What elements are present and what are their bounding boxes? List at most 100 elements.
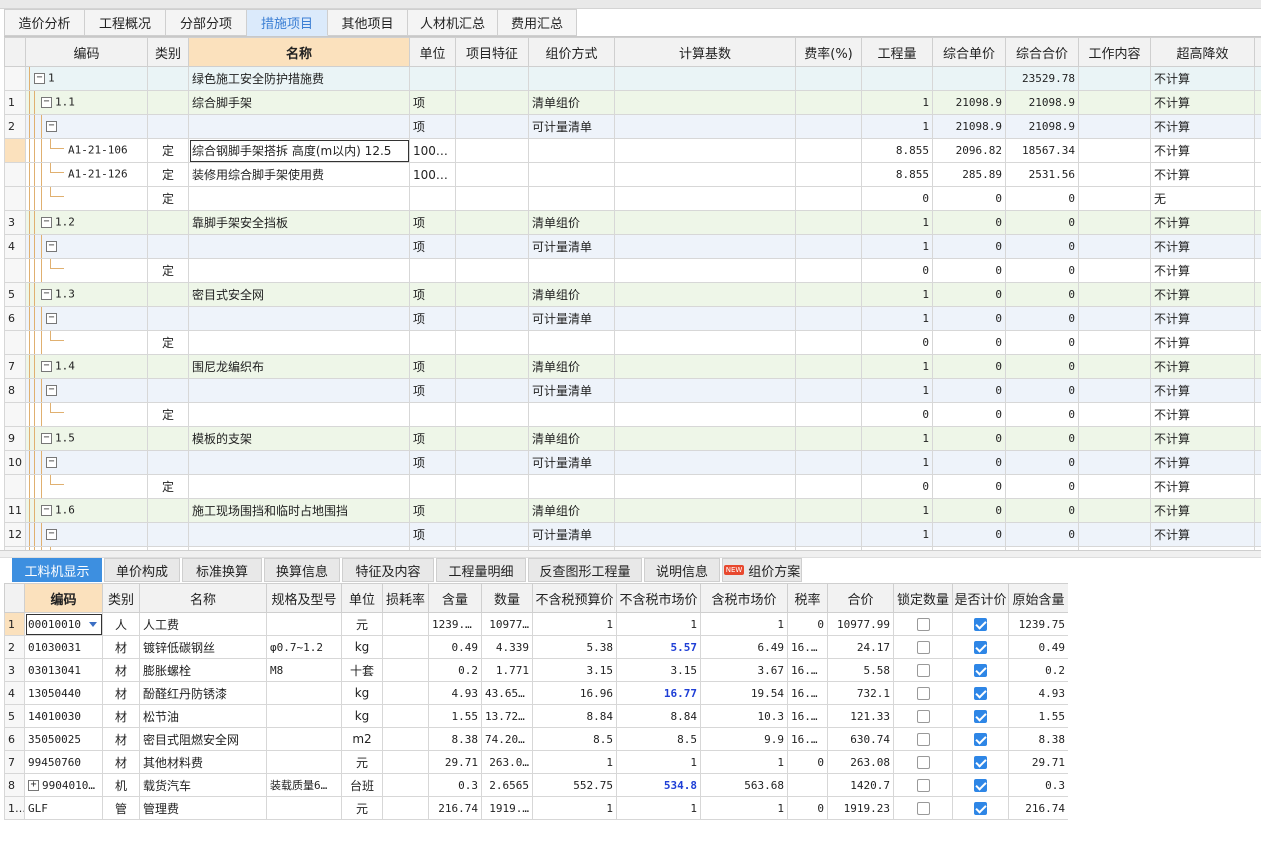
tab-project-overview[interactable]: 工程概况 xyxy=(85,9,166,36)
quantity-cell[interactable]: 1 xyxy=(861,378,933,403)
rate-cell[interactable] xyxy=(795,474,862,499)
lock-checkbox-icon[interactable] xyxy=(916,687,930,700)
total-price-cell[interactable]: 0 xyxy=(1005,498,1079,523)
pretax-budget-price-cell[interactable]: 16.96 xyxy=(532,681,617,705)
unit-cell[interactable]: 台班 xyxy=(341,773,383,797)
pricing-method-cell[interactable]: 清单组价 xyxy=(528,210,615,235)
quantity-cell[interactable]: 2.6565 xyxy=(481,773,533,797)
calc-base-cell[interactable] xyxy=(614,282,796,307)
work-content-cell[interactable] xyxy=(1078,378,1151,403)
code-cell[interactable]: 13050440 xyxy=(24,681,103,705)
rate-cell[interactable] xyxy=(795,354,862,379)
rate-cell[interactable] xyxy=(795,498,862,523)
pricing-method-cell[interactable]: 可计量清单 xyxy=(528,234,615,259)
rate-cell[interactable] xyxy=(795,162,862,187)
minus-box-icon[interactable]: − xyxy=(46,457,57,468)
minus-box-icon[interactable]: − xyxy=(46,241,57,252)
spec-cell[interactable]: M8 xyxy=(266,658,342,682)
table-row[interactable]: −1 绿色施工安全防护措施费 23529.78 不计算 xyxy=(4,66,1261,91)
work-content-cell[interactable] xyxy=(1078,66,1151,91)
name-cell[interactable]: 绿色施工安全防护措施费 xyxy=(188,66,410,91)
total-price-cell[interactable]: 21098.9 xyxy=(1005,114,1079,139)
lock-checkbox-icon[interactable] xyxy=(916,779,930,792)
header-spec[interactable]: 规格及型号 xyxy=(266,583,342,613)
work-content-cell[interactable] xyxy=(1078,450,1151,475)
unit-price-cell[interactable]: 0 xyxy=(932,354,1006,379)
row-number[interactable]: 6 xyxy=(4,306,26,331)
tab-pricing-scheme[interactable]: NEW 组价方案 xyxy=(722,558,802,582)
priced-checkbox-icon[interactable] xyxy=(974,756,987,769)
original-content-cell[interactable]: 8.38 xyxy=(1008,727,1068,751)
pricing-method-cell[interactable] xyxy=(528,258,615,283)
row-number[interactable]: 2 xyxy=(4,635,25,659)
tax-rate-cell[interactable]: 16.52 xyxy=(787,658,828,682)
code-cell[interactable]: − xyxy=(25,114,148,139)
header-features[interactable]: 项目特征 xyxy=(455,37,529,67)
table-row[interactable]: 11−1.6 施工现场围挡和临时占地围挡项清单组价 1 0 0 不计算 xyxy=(4,498,1261,523)
work-content-cell[interactable] xyxy=(1078,90,1151,115)
total-cell[interactable]: 630.74 xyxy=(827,727,894,751)
tab-sub-items[interactable]: 分部分项 xyxy=(166,9,247,36)
name-cell[interactable] xyxy=(188,114,410,139)
category-cell[interactable]: 定 xyxy=(147,402,189,427)
features-cell[interactable] xyxy=(455,114,529,139)
unit-cell[interactable]: m2 xyxy=(341,727,383,751)
tax-rate-cell[interactable]: 16.52 xyxy=(787,635,828,659)
total-cell[interactable]: 263.08 xyxy=(827,750,894,774)
content-cell[interactable]: 0.49 xyxy=(428,635,482,659)
minus-box-icon[interactable]: − xyxy=(41,505,52,516)
category-cell[interactable] xyxy=(147,234,189,259)
table-row[interactable]: 5−1.3 密目式安全网项清单组价 1 0 0 不计算 xyxy=(4,282,1261,307)
code-cell[interactable]: 01030031 xyxy=(24,635,103,659)
unit-cell[interactable]: 元 xyxy=(341,796,383,820)
code-cell[interactable]: 99450760 xyxy=(24,750,103,774)
name-cell[interactable] xyxy=(188,402,410,427)
table-row[interactable]: 5 14010030 材松节油 kg 1.55 13.7253 8.84 8.84 10.3 16… xyxy=(4,704,1068,728)
code-cell[interactable]: −1.3 xyxy=(25,282,148,307)
name-cell[interactable]: 围尼龙编织布 xyxy=(188,354,410,379)
work-content-cell[interactable] xyxy=(1078,282,1151,307)
quantity-cell[interactable]: 263.0… xyxy=(481,750,533,774)
work-content-cell[interactable] xyxy=(1078,234,1151,259)
table-row[interactable]: 6 35050025 材密目式阻燃安全网 m2 8.38 74.2049 8.5 8.5 9.9… xyxy=(4,727,1068,751)
total-price-cell[interactable]: 0 xyxy=(1005,450,1079,475)
calc-base-cell[interactable] xyxy=(614,498,796,523)
quantity-cell[interactable]: 1 xyxy=(861,450,933,475)
quantity-cell[interactable]: 1 xyxy=(861,90,933,115)
total-cell[interactable]: 121.33 xyxy=(827,704,894,728)
category-cell[interactable] xyxy=(147,354,189,379)
pricing-method-cell[interactable]: 可计量清单 xyxy=(528,522,615,547)
pricing-method-cell[interactable] xyxy=(528,186,615,211)
lock-quantity-cell[interactable] xyxy=(893,612,953,636)
loss-rate-cell[interactable] xyxy=(382,727,429,751)
header-category[interactable]: 类别 xyxy=(147,37,189,67)
row-number[interactable]: 4 xyxy=(4,681,25,705)
row-number[interactable] xyxy=(4,66,26,91)
code-cell[interactable] xyxy=(25,474,148,499)
tab-unit-price-composition[interactable]: 单价构成 xyxy=(104,558,180,582)
is-priced-cell[interactable] xyxy=(952,796,1009,820)
tab-description-info[interactable]: 说明信息 xyxy=(644,558,720,582)
rate-cell[interactable] xyxy=(795,426,862,451)
lock-quantity-cell[interactable] xyxy=(893,635,953,659)
work-content-cell[interactable] xyxy=(1078,354,1151,379)
name-cell[interactable]: 管理费 xyxy=(139,796,267,820)
quantity-cell[interactable]: 1.771 xyxy=(481,658,533,682)
priced-checkbox-icon[interactable] xyxy=(974,618,987,631)
unit-cell[interactable]: 项 xyxy=(409,378,456,403)
total-cell[interactable]: 1919.23 xyxy=(827,796,894,820)
rate-cell[interactable] xyxy=(795,402,862,427)
category-cell[interactable] xyxy=(147,498,189,523)
unit-price-cell[interactable]: 0 xyxy=(932,186,1006,211)
table-row[interactable]: 9−1.5 模板的支架项清单组价 1 0 0 不计算 xyxy=(4,426,1261,451)
tab-fee-summary[interactable]: 费用汇总 xyxy=(498,9,577,36)
calc-base-cell[interactable] xyxy=(614,402,796,427)
row-number[interactable] xyxy=(4,186,26,211)
quantity-cell[interactable]: 1 xyxy=(861,522,933,547)
code-cell[interactable]: −1.2 xyxy=(25,210,148,235)
quantity-cell[interactable]: 1919.… xyxy=(481,796,533,820)
table-row[interactable]: 3−1.2 靠脚手架安全挡板项清单组价 1 0 0 不计算 xyxy=(4,210,1261,235)
name-cell[interactable] xyxy=(188,522,410,547)
row-number[interactable]: 9 xyxy=(4,426,26,451)
table-row[interactable]: A1-21-106 定综合钢脚手架搭拆 高度(m以内) 12.5 100m2 8.85… xyxy=(4,138,1261,163)
